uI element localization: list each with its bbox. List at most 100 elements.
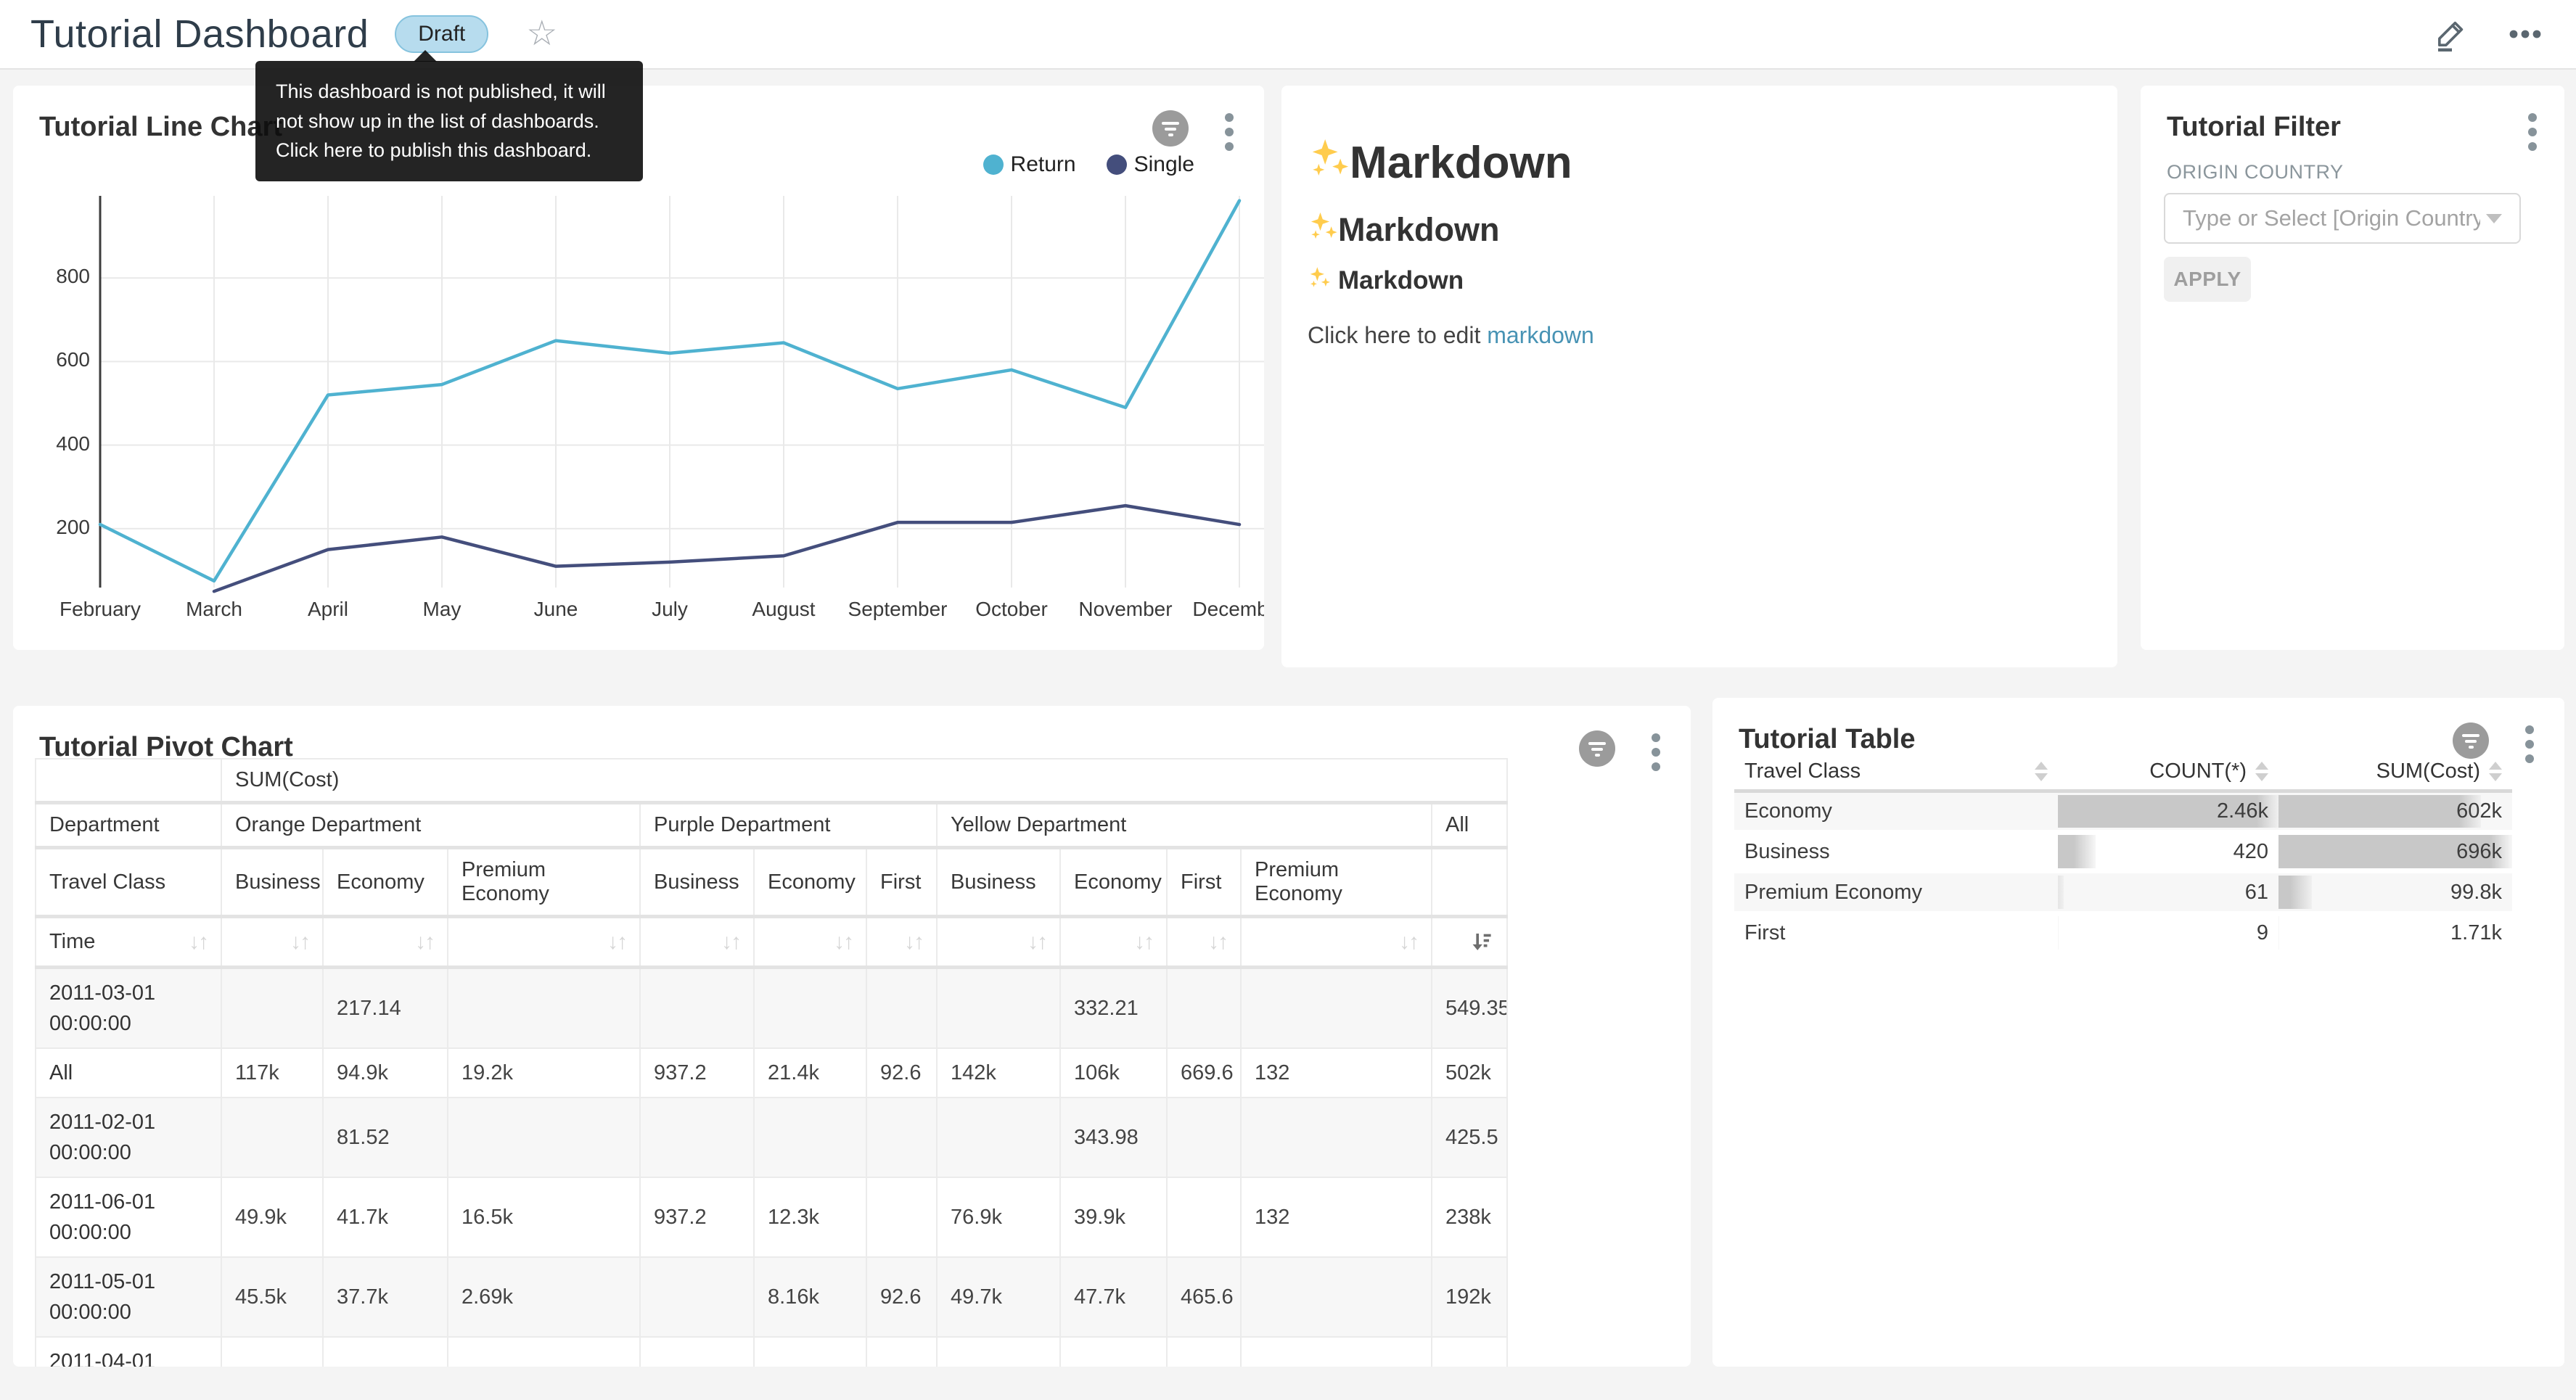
pivot-value-cell: 76.9k	[937, 1177, 1060, 1257]
pivot-value-cell	[448, 1337, 640, 1367]
sort-toggle-icon[interactable]: ↓↑	[1399, 930, 1418, 955]
filter-scope-icon[interactable]	[1579, 730, 1615, 770]
pivot-group-header: Yellow Department	[937, 803, 1432, 848]
markdown-heading-3: Markdown	[1308, 265, 1464, 295]
pivot-value-cell: 937.2	[640, 1177, 754, 1257]
draft-badge[interactable]: Draft	[395, 15, 488, 53]
pivot-col-header: First	[866, 848, 937, 917]
pivot-value-cell	[1241, 1257, 1432, 1337]
pivot-sort-cell: ↓↑	[1241, 917, 1432, 968]
travel-class-cell: Economy	[1734, 791, 2058, 831]
sort-toggle-icon[interactable]: ↓↑	[1027, 930, 1046, 955]
filter-menu-kebab-icon[interactable]	[2527, 112, 2538, 156]
pivot-value-cell: 17.3k	[1060, 1337, 1167, 1367]
table-col-header-travel-class[interactable]: Travel Class	[1734, 754, 2058, 791]
pivot-value-cell: 132	[1241, 1048, 1432, 1098]
apply-button[interactable]: APPLY	[2164, 257, 2251, 302]
sort-toggle-icon[interactable]: ↓↑	[904, 930, 923, 955]
pivot-col-header: First	[1167, 848, 1241, 917]
pivot-table-row: 2011-05-01 00:00:0045.5k37.7k2.69k8.16k9…	[36, 1257, 1507, 1337]
sort-caret-icon[interactable]	[2035, 762, 2048, 781]
pivot-table-row: 2011-06-01 00:00:0049.9k41.7k16.5k937.21…	[36, 1177, 1507, 1257]
pivot-value-cell	[754, 968, 866, 1049]
sum-cell: 602k	[2278, 791, 2512, 831]
sort-caret-icon[interactable]	[2255, 762, 2268, 781]
sort-toggle-icon[interactable]: ↓↑	[415, 930, 434, 955]
origin-country-label: ORIGIN COUNTRY	[2167, 161, 2344, 184]
pivot-value-cell	[754, 1098, 866, 1177]
sum-cell: 696k	[2278, 831, 2512, 872]
sort-descending-icon[interactable]	[1469, 930, 1493, 955]
pivot-row-header: 2011-02-01 00:00:00	[36, 1098, 221, 1177]
sum-cell: 1.71k	[2278, 913, 2512, 953]
pivot-value-cell	[866, 1098, 937, 1177]
sort-toggle-icon[interactable]: ↓↑	[607, 930, 626, 955]
pivot-sort-cell: ↓↑	[221, 917, 323, 968]
pivot-sort-cell: ↓↑	[640, 917, 754, 968]
pivot-value-cell: 16.5k	[448, 1177, 640, 1257]
table-row: Premium Economy6199.8k	[1734, 872, 2512, 913]
sort-toggle-icon[interactable]: ↓↑	[189, 930, 208, 955]
pivot-col-header: Business	[640, 848, 754, 917]
sort-toggle-icon[interactable]: ↓↑	[290, 930, 309, 955]
edit-markdown-link[interactable]: markdown	[1487, 322, 1594, 348]
pivot-row2-label: Travel Class	[36, 848, 221, 917]
pivot-value-cell	[1241, 1337, 1432, 1367]
sort-toggle-icon[interactable]: ↓↑	[721, 930, 740, 955]
pivot-all-header: All	[1432, 803, 1507, 848]
pivot-value-cell: 217.14	[323, 968, 448, 1049]
table-row: First91.71k	[1734, 913, 2512, 953]
travel-class-cell: Premium Economy	[1734, 872, 2058, 913]
table-row: Business420696k	[1734, 831, 2512, 872]
pivot-row-header: 2011-06-01 00:00:00	[36, 1177, 221, 1257]
pivot-col-header: Premium Economy	[448, 848, 640, 917]
chart-menu-kebab-icon[interactable]	[1650, 732, 1662, 776]
markdown-body: Click here to edit markdown	[1308, 322, 1594, 349]
pivot-value-cell	[640, 1337, 754, 1367]
pivot-group-header: Purple Department	[640, 803, 937, 848]
pivot-row-header: 2011-03-01 00:00:00	[36, 968, 221, 1049]
pivot-value-cell	[448, 1098, 640, 1177]
sum-value: 696k	[2456, 840, 2502, 863]
sort-toggle-icon[interactable]: ↓↑	[1134, 930, 1153, 955]
sort-toggle-icon[interactable]: ↓↑	[834, 930, 853, 955]
pivot-value-cell: 937.2	[640, 1048, 754, 1098]
pivot-value-cell	[221, 1098, 323, 1177]
y-tick-label: 400	[17, 432, 90, 456]
table-col-header-sum-cost-[interactable]: SUM(Cost)	[2278, 754, 2512, 791]
pivot-value-cell: 8.16k	[754, 1257, 866, 1337]
table-col-header-count-[interactable]: COUNT(*)	[2058, 754, 2278, 791]
origin-country-select[interactable]: Type or Select [Origin Country]	[2164, 193, 2521, 244]
markdown-heading-2: Markdown	[1308, 210, 1500, 249]
count-value: 9	[2257, 921, 2268, 944]
pivot-sort-cell: ↓↑	[937, 917, 1060, 968]
pivot-value-cell: 15.2k	[323, 1337, 448, 1367]
table-card: Tutorial Table Travel ClassCOUNT(*)SUM(C…	[1712, 698, 2564, 1367]
favorite-star-icon[interactable]: ☆	[526, 17, 557, 52]
pivot-value-cell: 142k	[937, 1048, 1060, 1098]
pivot-sort-cell: ↓↑	[1060, 917, 1167, 968]
pivot-table-row: 2011-02-01 00:00:0081.52343.98425.5	[36, 1098, 1507, 1177]
pivot-chart-card: Tutorial Pivot Chart SUM(Cost)Department…	[13, 706, 1691, 1367]
pivot-value-cell: 425.5	[1432, 1098, 1507, 1177]
chart-menu-kebab-icon[interactable]	[2524, 724, 2535, 768]
pivot-time-header: Time↓↑	[36, 917, 221, 968]
col-header-label: SUM(Cost)	[2376, 759, 2480, 783]
chevron-down-icon	[2486, 214, 2502, 223]
pivot-value-cell: 92.6	[866, 1048, 937, 1098]
edit-pencil-icon[interactable]	[2434, 17, 2469, 52]
pivot-value-cell	[1167, 1177, 1241, 1257]
sort-toggle-icon[interactable]: ↓↑	[1208, 930, 1227, 955]
pivot-sort-cell: ↓↑	[448, 917, 640, 968]
pivot-value-cell: 549.35	[1432, 968, 1507, 1049]
pivot-value-cell: 47.7k	[1060, 1257, 1167, 1337]
tooltip-text: This dashboard is not published, it will…	[276, 81, 606, 161]
count-cell: 420	[2058, 831, 2278, 872]
pivot-value-cell: 70.9k	[1432, 1337, 1507, 1367]
sum-value: 99.8k	[2450, 881, 2502, 904]
more-menu-icon[interactable]	[2505, 17, 2546, 52]
sort-caret-icon[interactable]	[2489, 762, 2502, 781]
pivot-col-header: Premium Economy	[1241, 848, 1432, 917]
count-bar	[2058, 916, 2059, 950]
pivot-value-cell: 21.4k	[221, 1337, 323, 1367]
